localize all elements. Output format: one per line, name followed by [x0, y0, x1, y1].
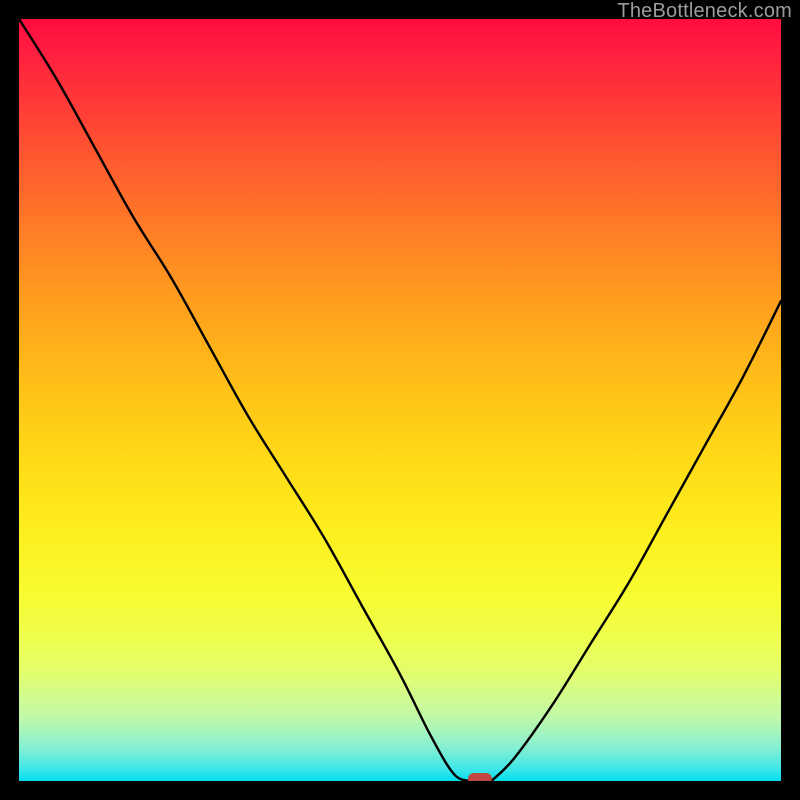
chart-frame: TheBottleneck.com — [0, 0, 800, 800]
bottleneck-curve — [19, 19, 781, 781]
watermark-text: TheBottleneck.com — [617, 0, 792, 23]
optimal-marker — [468, 773, 492, 781]
plot-area — [19, 19, 781, 781]
